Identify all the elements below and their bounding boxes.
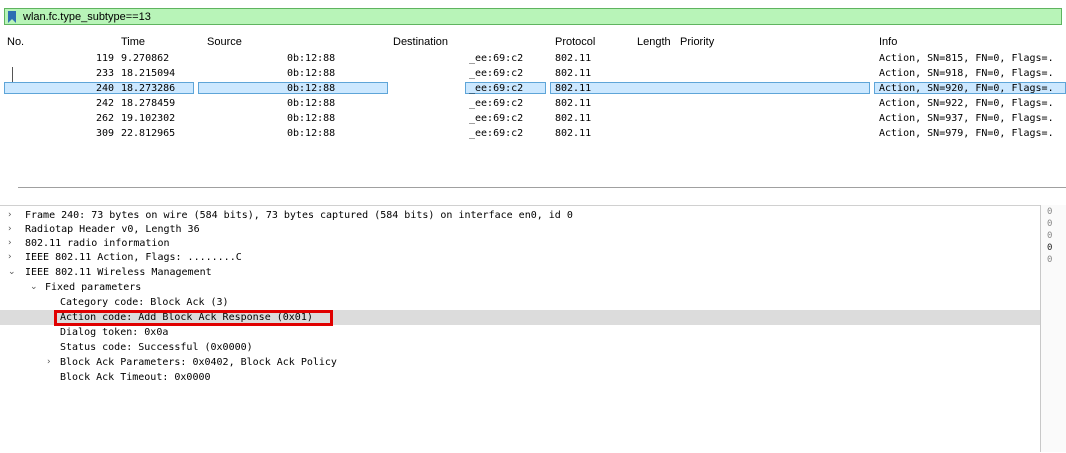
- column-info[interactable]: Info: [879, 36, 897, 48]
- chevron-right-icon[interactable]: ›: [47, 355, 51, 370]
- column-protocol[interactable]: Protocol: [555, 36, 595, 48]
- chevron-right-icon[interactable]: ›: [8, 250, 12, 265]
- bytes-row: 0: [1047, 255, 1053, 265]
- packet-list-header: No. Time Source Destination Protocol Len…: [0, 34, 1066, 50]
- tree-item-block-ack-timeout[interactable]: Block Ack Timeout: 0x0000: [0, 370, 1040, 385]
- packet-bytes-pane[interactable]: 0 0 0 0 0: [1040, 205, 1066, 452]
- column-destination[interactable]: Destination: [393, 36, 448, 48]
- column-no[interactable]: No.: [7, 36, 24, 48]
- tree-item-dialog-token[interactable]: Dialog token: 0x0a: [0, 325, 1040, 340]
- tree-item-category-code[interactable]: Category code: Block Ack (3): [0, 295, 1040, 310]
- tree-item-frame[interactable]: › Frame 240: 73 bytes on wire (584 bits)…: [0, 208, 1040, 223]
- annotation-highlight-box: [54, 310, 333, 326]
- pane-splitter[interactable]: [18, 187, 1066, 188]
- bytes-row: 0: [1047, 231, 1053, 241]
- display-filter-input[interactable]: wlan.fc.type_subtype==13: [23, 11, 151, 23]
- packet-row[interactable]: 119 9.270862 0b:12:88 _ee:69:c2 802.11 A…: [0, 52, 1066, 65]
- packet-row[interactable]: 233 18.215094 0b:12:88 _ee:69:c2 802.11 …: [0, 67, 1066, 80]
- chevron-down-icon[interactable]: ⌄: [8, 265, 16, 280]
- column-priority[interactable]: Priority: [680, 36, 714, 48]
- tree-item-wireless-management[interactable]: ⌄ IEEE 802.11 Wireless Management: [0, 265, 1040, 280]
- bytes-row: 0: [1047, 207, 1053, 217]
- packet-row-selected[interactable]: 240 18.273286 0b:12:88 _ee:69:c2 802.11 …: [0, 82, 1066, 95]
- packet-row[interactable]: 242 18.278459 0b:12:88 _ee:69:c2 802.11 …: [0, 97, 1066, 110]
- packet-row[interactable]: 262 19.102302 0b:12:88 _ee:69:c2 802.11 …: [0, 112, 1066, 125]
- packet-list[interactable]: No. Time Source Destination Protocol Len…: [0, 34, 1066, 184]
- selected-cell: [550, 82, 870, 94]
- chevron-right-icon[interactable]: ›: [8, 222, 12, 237]
- chevron-down-icon[interactable]: ⌄: [30, 280, 38, 295]
- column-source[interactable]: Source: [207, 36, 242, 48]
- bytes-row: 0: [1047, 219, 1053, 229]
- chevron-right-icon[interactable]: ›: [8, 236, 12, 251]
- packet-row[interactable]: 309 22.812965 0b:12:88 _ee:69:c2 802.11 …: [0, 127, 1066, 140]
- tree-item-fixed-parameters[interactable]: ⌄ Fixed parameters: [0, 280, 1040, 295]
- display-filter-bar[interactable]: wlan.fc.type_subtype==13: [4, 8, 1062, 25]
- tree-item-status-code[interactable]: Status code: Successful (0x0000): [0, 340, 1040, 355]
- packet-details-pane[interactable]: › Frame 240: 73 bytes on wire (584 bits)…: [0, 205, 1040, 453]
- tree-item-block-ack-parameters[interactable]: › Block Ack Parameters: 0x0402, Block Ac…: [0, 355, 1040, 370]
- tree-item-action-flags[interactable]: › IEEE 802.11 Action, Flags: ........C: [0, 250, 1040, 265]
- column-length[interactable]: Length: [637, 36, 671, 48]
- tree-item-radiotap[interactable]: › Radiotap Header v0, Length 36: [0, 222, 1040, 237]
- bookmark-icon[interactable]: [7, 10, 17, 23]
- column-time[interactable]: Time: [121, 36, 145, 48]
- bytes-row: 0: [1047, 243, 1053, 253]
- tree-item-radio-info[interactable]: › 802.11 radio information: [0, 236, 1040, 251]
- chevron-right-icon[interactable]: ›: [8, 208, 12, 223]
